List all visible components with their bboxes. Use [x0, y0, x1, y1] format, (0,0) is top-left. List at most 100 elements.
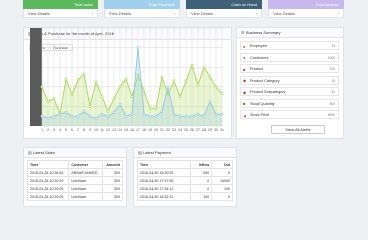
data-point — [40, 85, 44, 89]
stat-footer[interactable]: View Details › — [186, 9, 262, 18]
data-point — [76, 114, 80, 118]
stat-card-color: Total sales — [23, 0, 98, 9]
summary-row: ■ Stock Quantity 500 — [240, 98, 339, 108]
summary-value: 10 — [331, 78, 335, 83]
column-header: Time — [137, 160, 191, 169]
table-header-row: Time Customer Amount — [26, 160, 124, 169]
data-point — [148, 106, 152, 110]
summary-label: Product Subcategory — [250, 90, 286, 94]
latest-sales-title: Latest Sales — [33, 150, 56, 155]
x-tick-label: 6 — [71, 128, 73, 132]
data-point — [130, 112, 134, 116]
arrow-right-icon: › — [173, 11, 175, 16]
x-tick-label: 17 — [136, 128, 140, 132]
data-point — [58, 112, 62, 116]
data-point — [148, 114, 152, 118]
summary-value: 20 — [331, 90, 335, 94]
stat-card-balance[interactable]: Total balance View Details › — [268, 0, 344, 18]
table-cell: 2016-04-28 10:20:09 — [26, 184, 70, 193]
table-cell: 2016-04-30 17:34:12 — [137, 184, 191, 193]
summary-title: Business Summary — [246, 30, 281, 35]
data-point — [178, 114, 182, 118]
stat-footer[interactable]: View Details › — [104, 9, 180, 18]
data-point — [184, 114, 188, 118]
data-point — [64, 77, 68, 81]
table-row: 2016-04-30 17:34:12 0 100 — [137, 184, 233, 193]
data-point — [82, 72, 86, 76]
latest-sales-table: Time Customer Amount 2016-04-28 10:28:45… — [26, 160, 124, 201]
table-row: 2016-04-28 10:20:09 Unknown 300 — [26, 192, 124, 201]
users-icon: ● — [243, 55, 246, 60]
latest-payment-header: ▤ Latest Payment — [134, 148, 236, 158]
table-cell: 0 — [189, 184, 213, 193]
stat-card-purchase[interactable]: Total Purchase View Details › — [104, 0, 180, 18]
data-point — [160, 75, 164, 79]
x-tick-label: 23 — [172, 128, 176, 132]
data-point — [76, 78, 80, 82]
table-cell: 300 — [101, 176, 124, 185]
data-point — [124, 77, 128, 81]
stat-caption: Total Purchase — [148, 2, 175, 7]
column-header: Amount — [101, 160, 124, 169]
view-details-link[interactable]: View Details — [109, 11, 131, 16]
table-cell: Unknown — [68, 192, 103, 201]
tags-icon: ◆ — [243, 89, 247, 95]
view-details-link[interactable]: View Details — [191, 11, 213, 16]
x-tick-label: 11 — [100, 128, 104, 132]
stat-caption: Total sales — [74, 2, 93, 7]
table-row: 2016-04-28 10:28:45 ARBAR AHMED 300 — [26, 168, 124, 177]
x-tick-label: 19 — [148, 128, 152, 132]
data-point — [100, 95, 104, 99]
x-tick-label: 5 — [65, 128, 67, 132]
tag-icon: ◆ — [243, 78, 247, 83]
table-cell: Unknown — [68, 176, 103, 185]
axis-band — [30, 28, 42, 126]
table-cell: 2016-04-28 10:20:29 — [26, 176, 70, 185]
data-point — [214, 112, 218, 116]
x-tick-label: 10 — [94, 128, 98, 132]
table-cell: 2016-04-30 16:32:31 — [137, 192, 191, 201]
summary-value: 13 — [331, 44, 335, 48]
data-point — [40, 114, 44, 118]
summary-label: Product Category — [250, 78, 280, 83]
stat-card-color: Cash on Hand — [186, 0, 262, 9]
view-all-alerts-button[interactable]: View All Alerts — [271, 125, 325, 134]
table-cell: 2016-04-30 15:30:25 — [137, 168, 191, 177]
data-point — [112, 97, 116, 100]
data-point — [100, 112, 104, 116]
table-row: 2016-04-30 15:30:25 500 0 — [137, 168, 233, 177]
data-point — [220, 112, 224, 116]
table-cell: 2016-04-28 10:20:09 — [26, 192, 70, 201]
latest-payment-title: Latest Payment — [143, 150, 171, 155]
stat-card-cash[interactable]: Cash on Hand View Details › — [186, 0, 262, 18]
data-point — [70, 114, 74, 118]
view-details-link[interactable]: View Details — [273, 11, 295, 16]
table-cell: 0 — [189, 176, 213, 185]
summary-row: ■ Product 100 — [240, 64, 339, 73]
x-tick-label: 12 — [106, 128, 110, 132]
x-tick-label: 22 — [166, 128, 170, 132]
x-tick-label: 2 — [47, 128, 49, 132]
table-row: 2016-04-30 16:32:31 100 0 — [137, 192, 233, 201]
x-tick-label: 26 — [190, 128, 194, 132]
stat-card-sales[interactable]: Total sales View Details › — [23, 0, 98, 18]
summary-row: ● Employee 13 — [240, 41, 339, 50]
table-cell: 300 — [101, 192, 124, 201]
data-point — [112, 110, 116, 114]
stat-footer[interactable]: View Details › — [23, 9, 98, 18]
data-point — [220, 92, 224, 96]
data-point — [196, 83, 200, 87]
data-point — [178, 95, 182, 99]
stat-footer[interactable]: View Details › — [268, 9, 344, 18]
data-point — [166, 85, 170, 89]
data-point — [208, 75, 212, 79]
view-details-link[interactable]: View Details — [28, 11, 50, 16]
table-cell: Unknown — [68, 184, 103, 193]
data-point — [196, 112, 200, 116]
x-tick-label: 25 — [184, 128, 188, 132]
data-point — [208, 100, 212, 103]
latest-payment-table: Time Inflow Out 2016-04-30 15:30:25 500 0 2… — [137, 160, 233, 201]
data-point — [52, 114, 56, 118]
data-point — [172, 79, 176, 83]
x-tick-label: 3 — [53, 128, 55, 132]
